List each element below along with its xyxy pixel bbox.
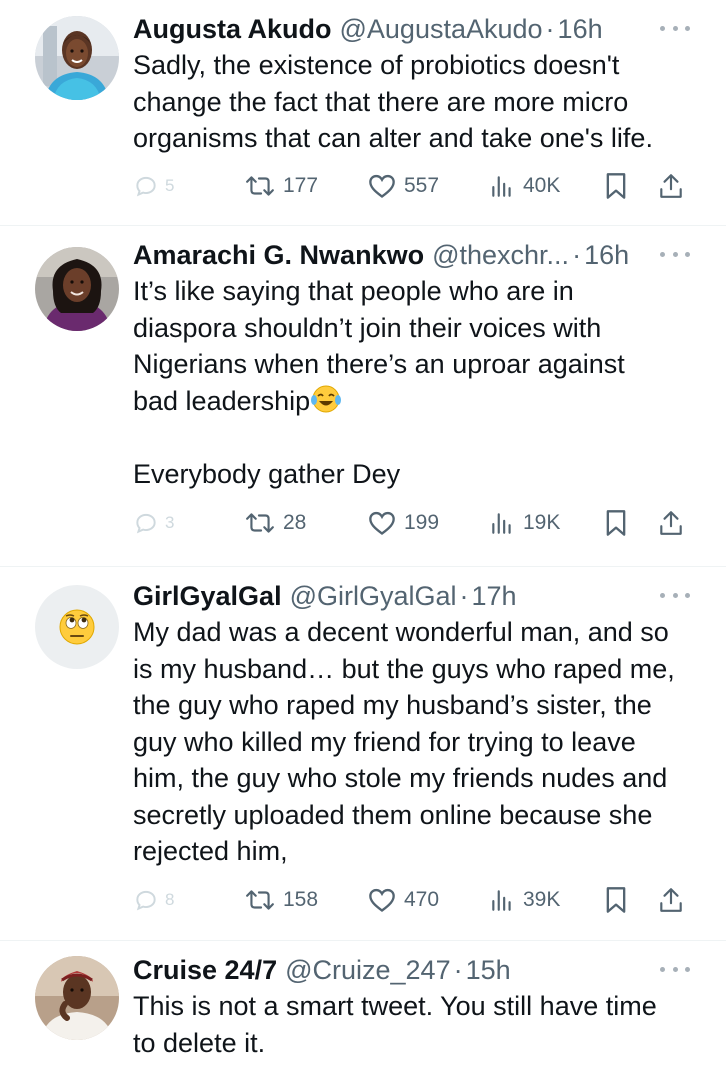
retweet-icon [246,513,274,533]
views-icon [492,176,511,197]
tweet-text: This is not a smart tweet. You still hav… [133,991,657,1058]
separator: · [453,955,463,985]
tweet-header: Cruise 24/7 @Cruize_247 · 15h [133,953,692,987]
avatar-column [0,226,133,566]
reply-button[interactable]: 5 [133,173,174,199]
tweet-feed: Augusta Akudo @AugustaAkudo · 16h Sadly,… [0,0,726,1080]
retweet-button[interactable]: 158 [245,887,318,913]
share-button[interactable] [658,886,684,914]
like-button[interactable]: 199 [368,510,439,536]
avatar[interactable] [35,16,119,100]
face-with-tears-of-joy-icon [311,385,342,412]
avatar[interactable] [35,956,119,1040]
share-button[interactable] [658,509,684,537]
retweet-count: 177 [283,174,319,197]
retweet-icon [246,176,274,196]
share-icon [660,888,682,912]
display-name[interactable]: Cruise 24/7 [133,953,277,987]
avatar-column [0,941,133,1080]
tweet-content: GirlGyalGal @GirlGyalGal · 17h My dad wa… [133,567,726,940]
tweet-text: Sadly, the existence of probiotics doesn… [133,50,653,153]
tweet-augusta[interactable]: Augusta Akudo @AugustaAkudo · 16h Sadly,… [0,0,726,226]
tweet-content: Cruise 24/7 @Cruize_247 · 15h This is no… [133,941,726,1080]
reply-button[interactable]: 3 [133,510,174,536]
like-count: 557 [404,174,440,197]
reply-count: 3 [165,513,175,532]
bookmark-icon [606,887,626,913]
user-handle[interactable]: @thexchr... [432,238,569,272]
heart-icon [369,511,395,535]
retweet-count: 28 [283,511,307,534]
tweet-text-part: Everybody gather Dey [133,458,401,489]
timestamp[interactable]: 16h [558,12,603,46]
timestamp[interactable]: 16h [584,238,629,272]
like-button[interactable]: 557 [368,173,439,199]
separator: · [459,581,469,611]
like-button[interactable]: 470 [368,887,439,913]
tweet-header: GirlGyalGal @GirlGyalGal · 17h [133,579,692,613]
more-icon[interactable] [660,244,690,264]
retweet-count: 158 [283,888,319,911]
views-button[interactable]: 19K [489,510,560,536]
tweet-text-part: It’s like saying that people who are in … [133,276,625,416]
tweet-actions: 5 177 557 40K [133,166,692,206]
tweet-content: Augusta Akudo @AugustaAkudo · 16h Sadly,… [133,0,726,225]
bookmark-icon [606,173,626,199]
views-count: 40K [523,174,561,197]
tweet-amarachi[interactable]: Amarachi G. Nwankwo @thexchr... · 16h It… [0,226,726,567]
timestamp[interactable]: 15h [466,953,511,987]
more-icon[interactable] [660,959,690,979]
share-icon [660,174,682,198]
more-icon[interactable] [660,585,690,605]
reply-icon [136,176,156,197]
reply-button[interactable]: 8 [133,887,174,913]
user-handle[interactable]: @AugustaAkudo [340,12,543,46]
bookmark-button[interactable] [604,886,628,914]
avatar-column [0,567,133,940]
timestamp[interactable]: 17h [472,579,517,613]
reply-icon [136,890,156,911]
tweet-header: Amarachi G. Nwankwo @thexchr... · 16h [133,238,692,272]
tweet-girlgyalgal[interactable]: GirlGyalGal @GirlGyalGal · 17h My dad wa… [0,567,726,941]
tweet-content: Amarachi G. Nwankwo @thexchr... · 16h It… [133,226,726,566]
tweet-actions: 3 28 199 19K [133,503,692,543]
reply-count: 5 [165,176,175,195]
bookmark-button[interactable] [604,509,628,537]
tweet-actions: 8 158 470 39K [133,880,692,920]
reply-count: 8 [165,890,175,909]
display-name[interactable]: Augusta Akudo [133,12,332,46]
avatar-column [0,0,133,225]
retweet-icon [246,890,274,910]
reply-icon [136,513,156,534]
like-count: 470 [404,888,440,911]
views-button[interactable]: 39K [489,887,560,913]
views-icon [492,890,511,911]
retweet-button[interactable]: 28 [245,510,306,536]
avatar[interactable] [35,585,119,669]
share-button[interactable] [658,172,684,200]
tweet-text: My dad was a decent wonderful man, and s… [133,617,675,866]
avatar[interactable] [35,247,119,331]
more-icon[interactable] [660,18,690,38]
heart-icon [369,888,395,912]
tweet-cruise[interactable]: Cruise 24/7 @Cruize_247 · 15h This is no… [0,941,726,1080]
views-count: 39K [523,888,561,911]
tweet-header: Augusta Akudo @AugustaAkudo · 16h [133,12,692,46]
bookmark-icon [606,510,626,536]
display-name[interactable]: GirlGyalGal [133,579,282,613]
views-button[interactable]: 40K [489,173,560,199]
like-count: 199 [404,511,440,534]
heart-icon [369,174,395,198]
separator: · [545,14,555,44]
views-icon [492,513,511,534]
views-count: 19K [523,511,561,534]
display-name[interactable]: Amarachi G. Nwankwo [133,238,424,272]
share-icon [660,511,682,535]
bookmark-button[interactable] [604,172,628,200]
separator: · [572,240,582,270]
retweet-button[interactable]: 177 [245,173,318,199]
user-handle[interactable]: @GirlGyalGal [290,579,457,613]
user-handle[interactable]: @Cruize_247 [285,953,451,987]
tweet-text: It’s like saying that people who are in … [133,273,692,492]
